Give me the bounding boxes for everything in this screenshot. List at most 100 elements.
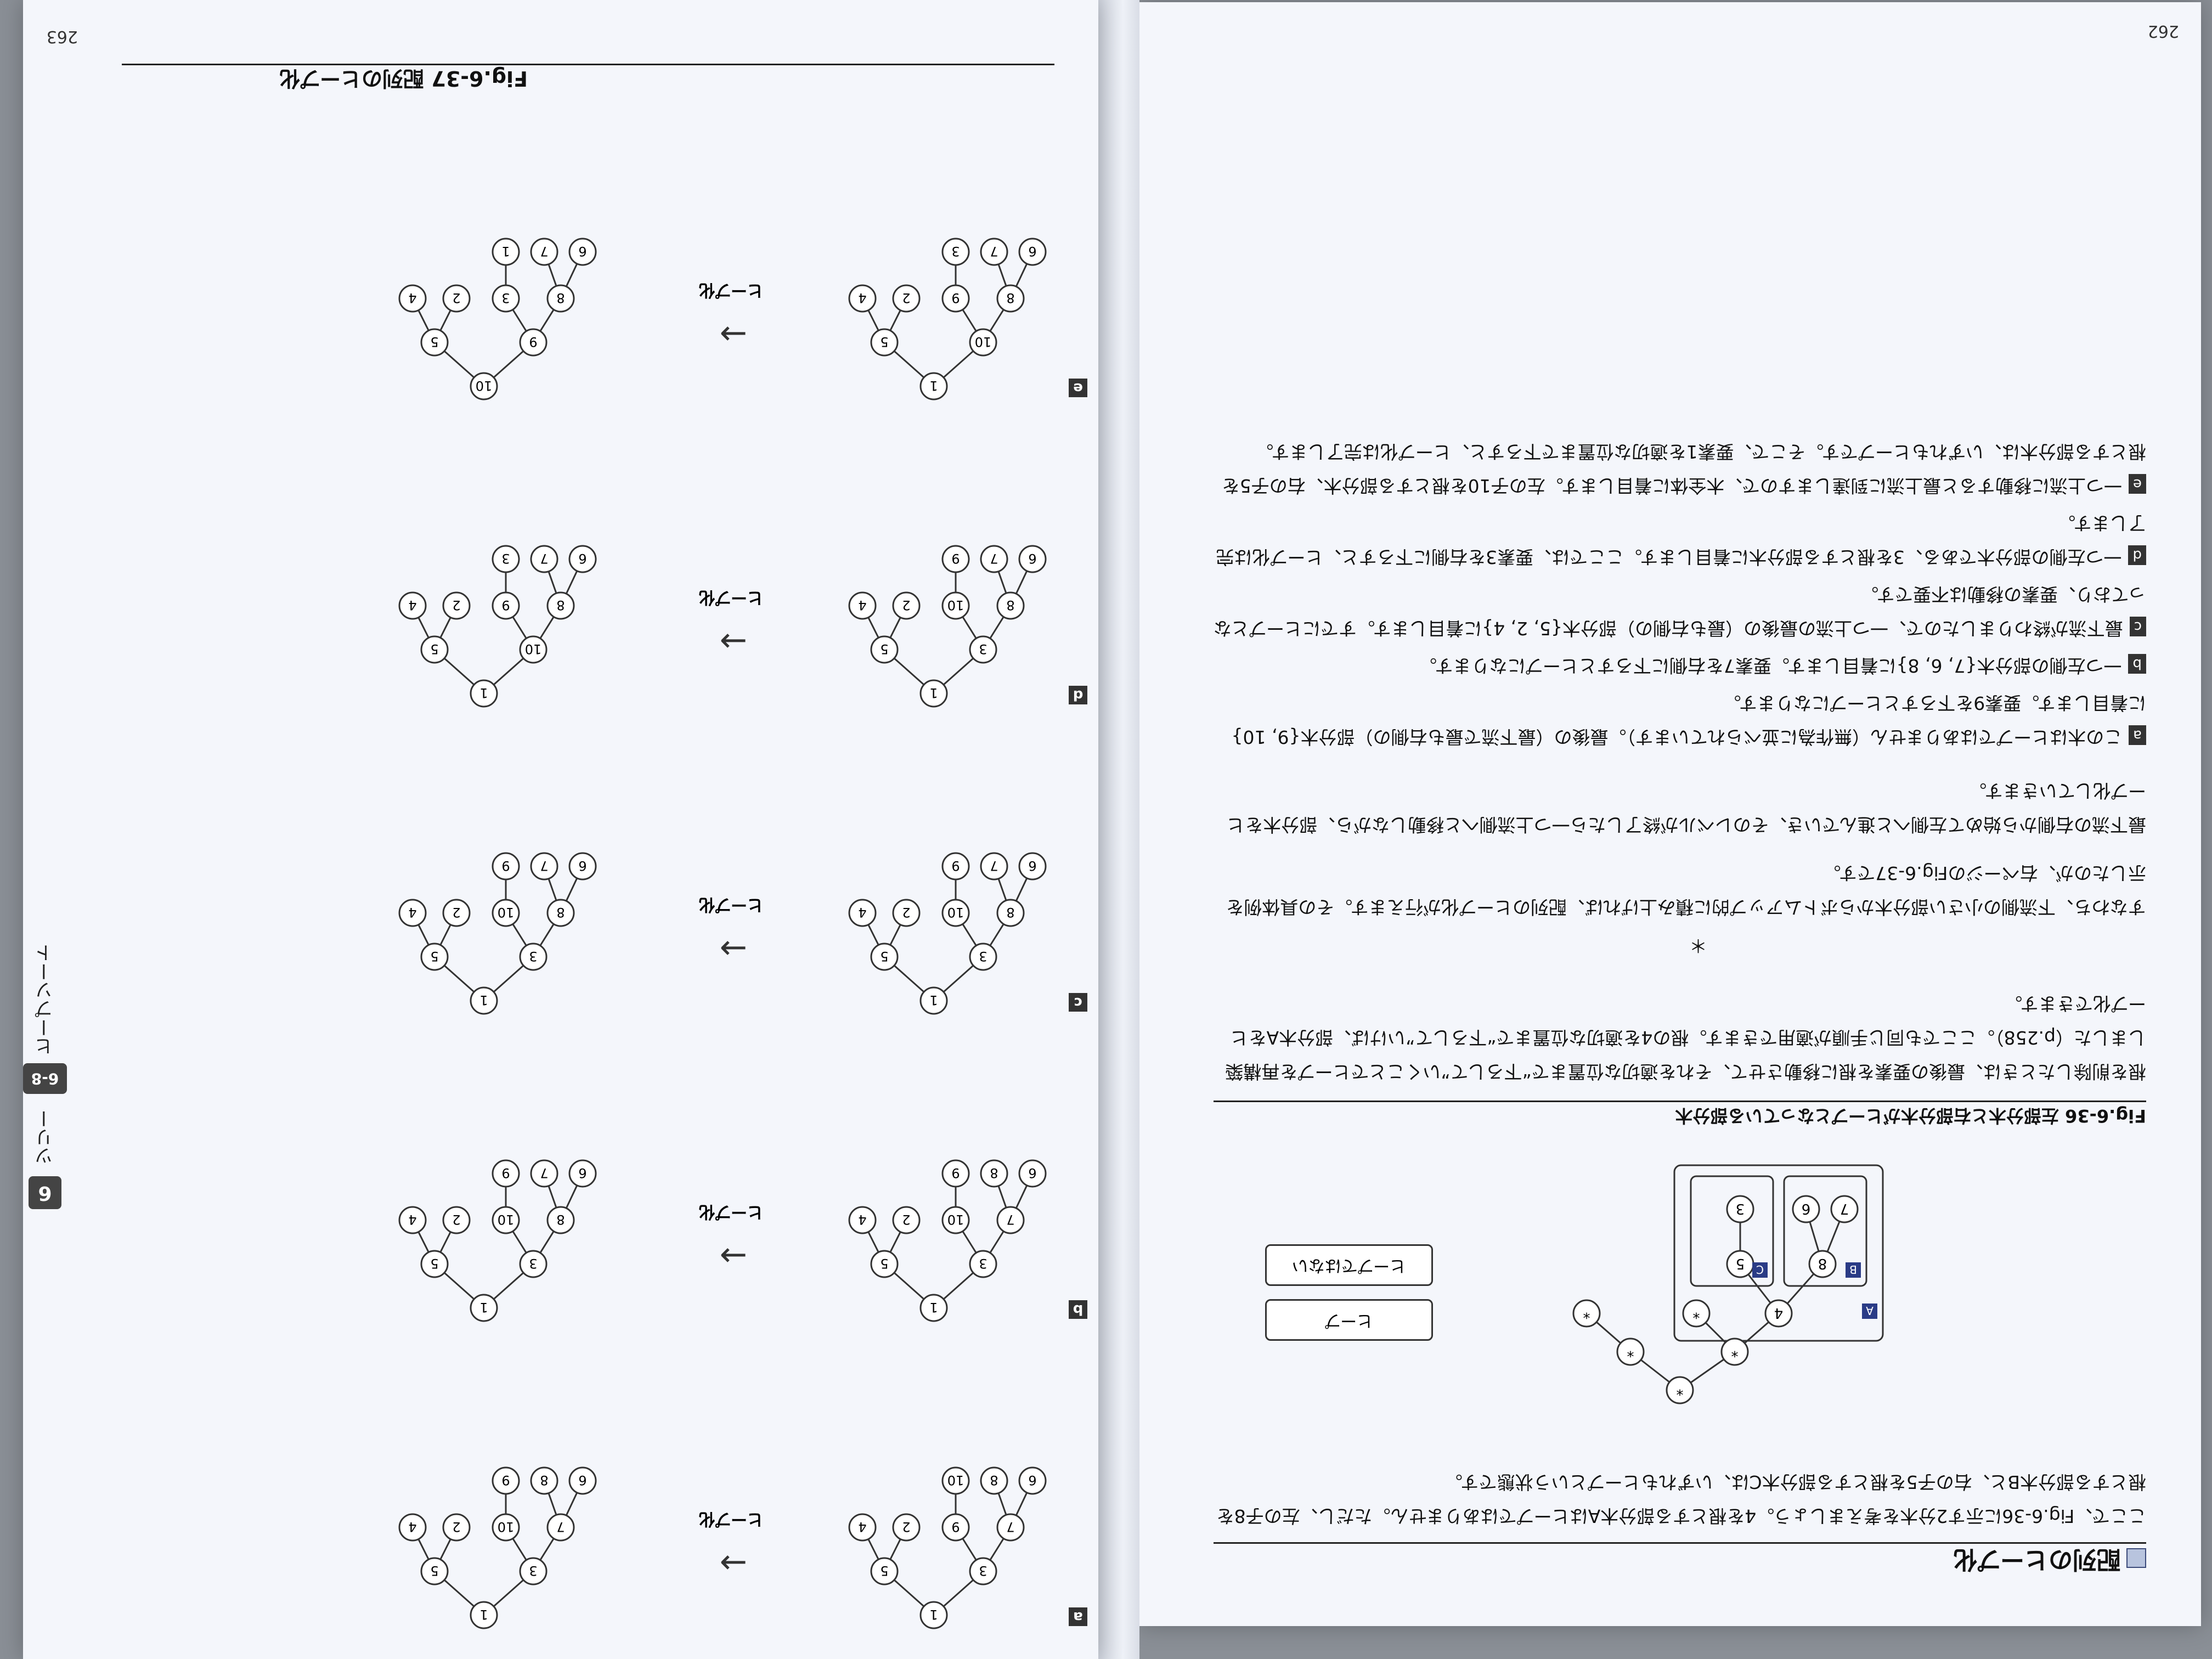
tree-node-value: 10 — [947, 597, 964, 613]
tree-node-value: 6 — [1028, 244, 1036, 259]
tree-node-value: 3 — [529, 1256, 537, 1271]
tree-node-value: 1 — [929, 1300, 938, 1315]
heap-legend: ヒープ — [1265, 1299, 1433, 1341]
step-text: 一つ左側の部分木{7, 6, 8}に着目します。要素7を右側に下ろすとヒープにな… — [1419, 655, 2122, 676]
tree-node-value: 2 — [902, 597, 910, 613]
tree-node-value: 5 — [880, 334, 888, 349]
tree-node-value: 5 — [880, 1563, 888, 1578]
tree-node-value: 1 — [479, 685, 488, 701]
tree-node-value: 4 — [408, 597, 416, 613]
tree-node-value: 6 — [1028, 551, 1036, 566]
heapify-label: ヒープ化 — [698, 588, 764, 607]
paragraph-3: 最下流の右側から始めて左側へと進んでいき、そのレベルが終了したら一つ上流側へと移… — [1227, 780, 2146, 836]
tree-node-value: 1 — [929, 992, 938, 1008]
fig37-rule — [122, 64, 1054, 65]
tree-node-value: 2 — [452, 290, 460, 306]
tree-node-value: 2 — [452, 1519, 460, 1534]
tree-node-value: 10 — [975, 334, 992, 349]
tree-node-value: 7 — [540, 551, 548, 566]
fig36-label-a: A — [1866, 1304, 1874, 1317]
tree-node-value: 8 — [540, 1472, 548, 1488]
tree-node-value: 7 — [1006, 1212, 1014, 1227]
tree-node-value: 10 — [947, 1472, 964, 1488]
not-heap-legend: ヒープではない — [1265, 1244, 1433, 1286]
tree-node-value: 6 — [578, 1472, 586, 1488]
tree-node-value: 6 — [578, 551, 586, 566]
chapter-side-text: ツリー — [35, 1109, 57, 1165]
fig36-node: 8 — [1818, 1255, 1827, 1272]
tree-node-value: 5 — [430, 1256, 438, 1271]
tree-node-value: 1 — [501, 244, 510, 259]
step-label-e: e — [1069, 379, 1087, 397]
tree-node-value: 7 — [540, 858, 548, 873]
tree-node-value: 1 — [479, 1607, 488, 1622]
paragraph-1: 根を削除したときは、最後の要素を根に移動させて、それを適切な位置まで“下ろして”… — [1225, 993, 2146, 1082]
tree-node-value: 2 — [452, 1212, 460, 1227]
heading-text: 配列のヒープ化 — [1953, 1545, 2121, 1573]
tree-node-value: 7 — [1006, 1519, 1014, 1534]
right-arrow-icon: → — [719, 1544, 747, 1582]
tree-node-value: 10 — [947, 905, 964, 920]
tree-node-value: 5 — [880, 949, 888, 964]
tree-node-value: 7 — [990, 551, 998, 566]
tree-node-value: 3 — [979, 1256, 987, 1271]
tree-node-value: 6 — [1028, 1472, 1036, 1488]
tree-node-value: 2 — [452, 905, 460, 920]
tree-node-value: 7 — [540, 244, 548, 259]
tree-node-value: 1 — [929, 378, 938, 393]
tree-node-value: 2 — [902, 1212, 910, 1227]
tree-node-value: 3 — [979, 949, 987, 964]
heap-tree-after: 10 9 5 8 3 2 4 6 7 1 — [398, 238, 597, 400]
tree-node-value: 9 — [501, 1472, 510, 1488]
tree-node-value: 4 — [408, 905, 416, 920]
heap-tree-before: 1 10 5 8 9 2 4 6 7 3 — [848, 238, 1047, 400]
heapify-label: ヒープ化 — [698, 1202, 764, 1221]
tree-node-value: 10 — [498, 905, 515, 920]
fig36-node: * — [1731, 1343, 1739, 1359]
fig36-node: 5 — [1736, 1255, 1745, 1272]
tree-node-value: 8 — [1006, 597, 1014, 613]
tree-node-value: 4 — [858, 905, 866, 920]
tree-node-value: 2 — [902, 290, 910, 306]
tree-node-value: 10 — [498, 1212, 515, 1227]
tree-node-value: 10 — [498, 1519, 515, 1534]
tree-node-value: 5 — [880, 641, 888, 657]
tree-node-value: 7 — [990, 858, 998, 873]
tree-node-value: 1 — [479, 1300, 488, 1315]
tree-node-value: 8 — [990, 1472, 998, 1488]
heapify-label: ヒープ化 — [698, 895, 764, 914]
tree-node-value: 9 — [529, 334, 537, 349]
tree-node-value: 8 — [1006, 905, 1014, 920]
tree-node-value: 9 — [951, 1165, 960, 1181]
tree-node-value: 9 — [951, 290, 960, 306]
step-tag: e — [2129, 474, 2146, 494]
heading-rule — [1214, 1542, 2146, 1544]
tree-node-value: 3 — [951, 244, 960, 259]
tree-node-value: 5 — [430, 334, 438, 349]
step-list: aこの木はヒープではありません（無作為に並べられています）。最後の（最下流で最も… — [1214, 431, 2146, 754]
heap-tree-after: 1 10 5 8 9 2 4 6 7 3 — [398, 545, 597, 708]
fig36-node: 4 — [1774, 1305, 1784, 1321]
tree-node-value: 3 — [529, 1563, 537, 1578]
heap-tree-after: 1 3 5 8 10 2 4 6 7 9 — [398, 852, 597, 1015]
step-text: この木はヒープではありません（無作為に並べられています）。最後の（最下流で最も右… — [1231, 692, 2146, 748]
tree-node-value: 4 — [408, 1519, 416, 1534]
section-heading: 配列のヒープ化 — [1954, 1544, 2146, 1579]
tree-node-value: 9 — [501, 597, 510, 613]
step-item-b: b 一つ左側の部分木{7, 6, 8}に着目します。要素7を右側に下ろすとヒープに… — [1214, 648, 2146, 682]
step-label-a: a — [1069, 1607, 1087, 1626]
heapify-label: ヒープ化 — [698, 1509, 764, 1528]
tree-node-value: 10 — [947, 1212, 964, 1227]
tree-node-value: 2 — [452, 597, 460, 613]
tree-node-value: 9 — [501, 1165, 510, 1181]
tree-node-value: 4 — [858, 1519, 866, 1534]
tree-node-value: 8 — [556, 905, 565, 920]
step-tag: a — [2129, 725, 2146, 745]
tree-node-value: 9 — [951, 858, 960, 873]
step-tag: c — [2129, 617, 2146, 636]
tree-node-value: 2 — [902, 905, 910, 920]
section-side-text: ヒープソート — [35, 944, 57, 1056]
tree-node-value: 1 — [479, 992, 488, 1008]
tree-node-value: 1 — [929, 1607, 938, 1622]
tree-node-value: 2 — [902, 1519, 910, 1534]
